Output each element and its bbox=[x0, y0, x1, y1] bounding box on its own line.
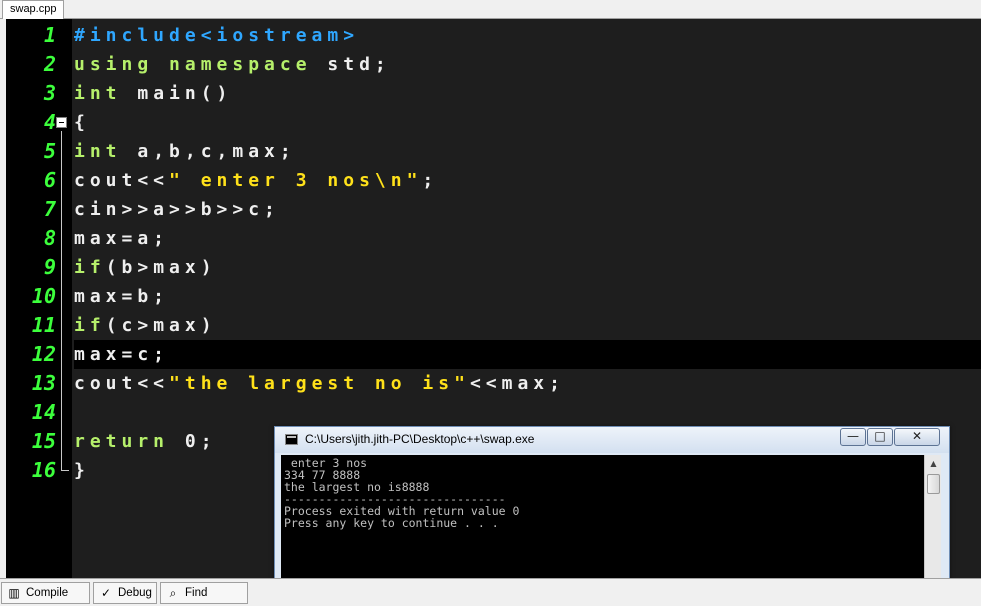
line-number: 13 bbox=[31, 371, 56, 395]
code-token: std; bbox=[327, 54, 391, 75]
code-line[interactable]: cout<<" enter 3 nos\n"; bbox=[74, 166, 981, 195]
line-number: 16 bbox=[31, 458, 56, 482]
line-number: 1 bbox=[43, 23, 56, 47]
code-token: ; bbox=[422, 170, 439, 191]
code-token: max=a; bbox=[74, 228, 170, 249]
scroll-thumb[interactable] bbox=[927, 474, 940, 494]
code-line[interactable]: max=b; bbox=[74, 282, 981, 311]
code-line[interactable]: max=c; bbox=[74, 340, 981, 369]
code-token: main() bbox=[137, 83, 233, 104]
code-token: max=c; bbox=[74, 344, 170, 365]
console-titlebar[interactable]: C:\Users\jith.jith-PC\Desktop\c++\swap.e… bbox=[275, 427, 949, 453]
code-token: cout<< bbox=[74, 170, 170, 191]
code-token: " enter 3 nos\n" bbox=[169, 170, 423, 191]
code-token: 0; bbox=[184, 431, 217, 452]
chart-bars-icon: ▥ bbox=[8, 586, 20, 600]
line-number: 15 bbox=[31, 429, 56, 453]
code-token: cin>>a>>b>>c; bbox=[74, 199, 280, 220]
line-number: 2 bbox=[43, 52, 56, 76]
close-button[interactable]: ✕ bbox=[894, 428, 940, 446]
code-token: int bbox=[74, 83, 138, 104]
line-number: 3 bbox=[43, 81, 56, 105]
console-title: C:\Users\jith.jith-PC\Desktop\c++\swap.e… bbox=[305, 432, 535, 446]
console-app-icon bbox=[285, 434, 298, 445]
code-token: if bbox=[74, 315, 106, 336]
line-number: 8 bbox=[43, 226, 56, 250]
magnifier-icon: ⌕ bbox=[169, 586, 177, 600]
code-line[interactable]: int a,b,c,max; bbox=[74, 137, 981, 166]
code-token: (c>max) bbox=[105, 315, 217, 336]
bottom-panel-tabs: ▥ Compile Log ✓ Debug ⌕ Find Results bbox=[0, 578, 981, 606]
code-token: "the largest no is" bbox=[169, 373, 470, 394]
minimize-button[interactable]: — bbox=[840, 428, 866, 446]
code-line[interactable]: cin>>a>>b>>c; bbox=[74, 195, 981, 224]
code-line[interactable]: cout<<"the largest no is"<<max; bbox=[74, 369, 981, 398]
code-token: #include<iostream> bbox=[74, 25, 360, 46]
line-number: 7 bbox=[43, 197, 56, 221]
line-number: 9 bbox=[43, 255, 56, 279]
tab-compile-log[interactable]: ▥ Compile Log bbox=[1, 582, 90, 604]
fold-collapse-icon[interactable] bbox=[56, 117, 67, 128]
checkmark-icon: ✓ bbox=[100, 586, 112, 600]
line-number-gutter: 1 2 3 4 5 6 7 8 9 10 11 12 13 14 15 16 bbox=[6, 19, 72, 578]
console-output-text: enter 3 nos 334 77 8888 the largest no i… bbox=[284, 456, 520, 530]
line-number: 14 bbox=[31, 400, 56, 424]
line-number: 5 bbox=[43, 139, 56, 163]
line-number: 12 bbox=[31, 342, 56, 366]
code-token: int bbox=[74, 141, 138, 162]
file-tab-bar: swap.cpp bbox=[0, 0, 981, 19]
code-token: a,b,c,max; bbox=[137, 141, 296, 162]
code-line[interactable]: using namespace std; bbox=[74, 50, 981, 79]
tab-debug-label: Debug bbox=[118, 587, 152, 599]
code-line[interactable]: int main() bbox=[74, 79, 981, 108]
code-token: max=b; bbox=[74, 286, 170, 307]
maximize-button[interactable]: □ bbox=[867, 428, 893, 446]
tab-swap-cpp[interactable]: swap.cpp bbox=[2, 0, 65, 19]
code-token: (b>max) bbox=[105, 257, 217, 278]
line-number: 11 bbox=[31, 313, 56, 337]
code-token: <<max; bbox=[469, 373, 565, 394]
code-line[interactable]: { bbox=[74, 108, 981, 137]
scroll-up-arrow-icon[interactable]: ▲ bbox=[926, 456, 941, 471]
line-number: 4 bbox=[43, 110, 56, 134]
code-token: { bbox=[74, 112, 90, 133]
line-number: 6 bbox=[43, 168, 56, 192]
code-line[interactable] bbox=[74, 398, 981, 427]
tab-compile-log-label: Compile Log bbox=[26, 587, 69, 599]
fold-end-marker bbox=[61, 470, 69, 471]
code-line[interactable]: max=a; bbox=[74, 224, 981, 253]
code-token: return bbox=[74, 431, 185, 452]
code-token: cout<< bbox=[74, 373, 170, 394]
code-line[interactable]: if(c>max) bbox=[74, 311, 981, 340]
code-line[interactable]: if(b>max) bbox=[74, 253, 981, 282]
fold-guide-line bbox=[61, 131, 62, 471]
code-token: } bbox=[74, 460, 90, 481]
code-line[interactable]: #include<iostream> bbox=[74, 21, 981, 50]
tab-find-results[interactable]: ⌕ Find Results bbox=[160, 582, 248, 604]
tab-debug[interactable]: ✓ Debug bbox=[93, 582, 157, 604]
code-token: using namespace bbox=[74, 54, 328, 75]
tab-find-results-label: Find Results bbox=[185, 587, 208, 599]
line-number: 10 bbox=[31, 284, 56, 308]
code-token: if bbox=[74, 257, 106, 278]
